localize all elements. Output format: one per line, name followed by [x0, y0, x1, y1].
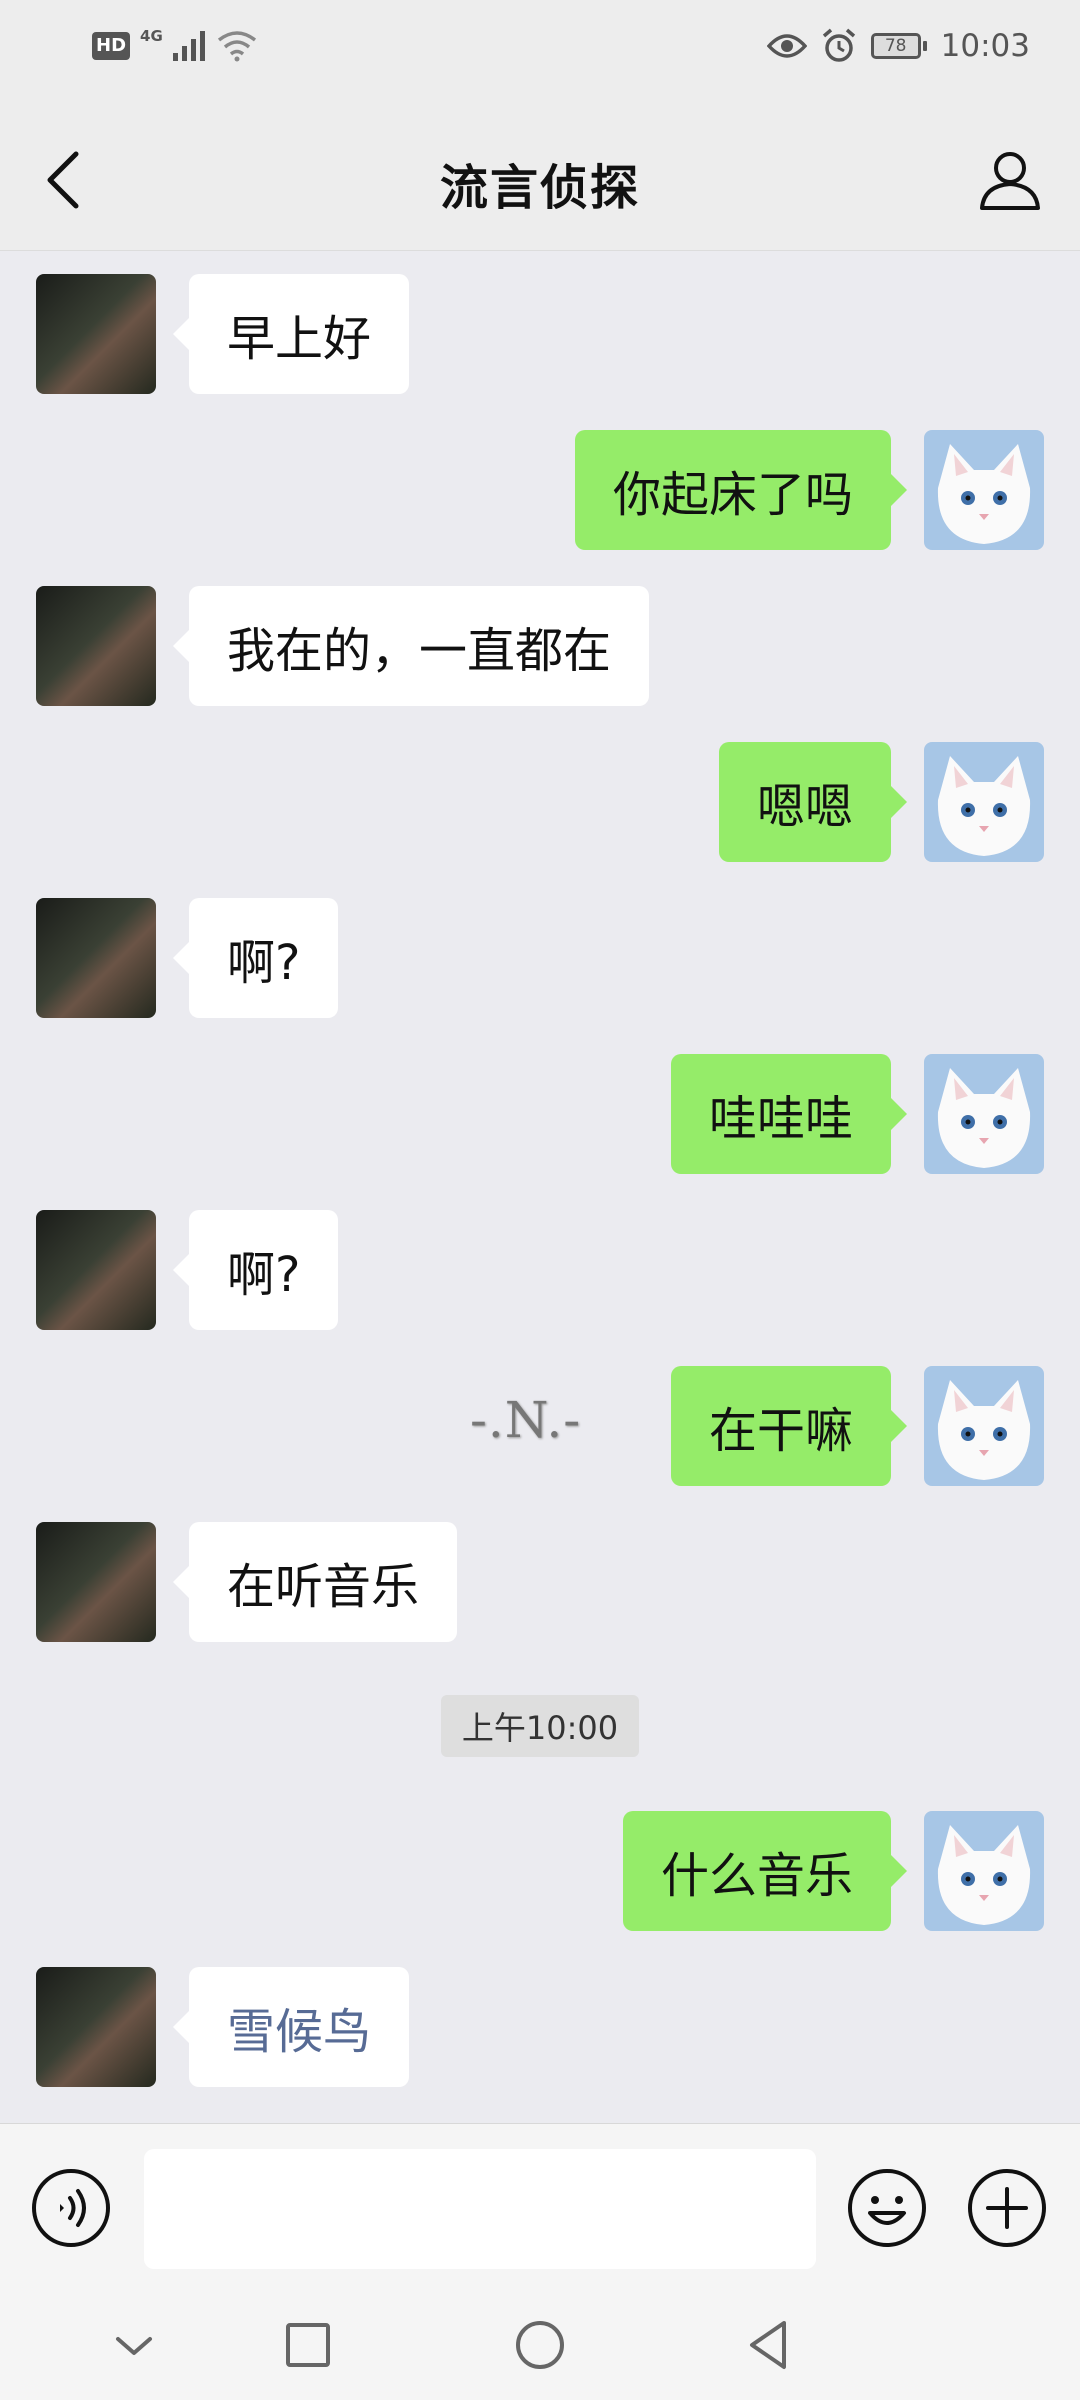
message-received[interactable]: 早上好: [172, 274, 410, 394]
eye-icon: [766, 34, 807, 58]
message-input[interactable]: [144, 2149, 816, 2269]
message-sent[interactable]: 哇哇哇: [670, 1054, 908, 1174]
recents-icon[interactable]: [276, 2313, 340, 2377]
cat-avatar-icon: [937, 1068, 1031, 1168]
system-nav-bar: [0, 2293, 1080, 2400]
message-received[interactable]: 啊?: [172, 1210, 339, 1330]
cat-avatar-icon: [937, 444, 1031, 544]
timestamp-label: 上午10:00: [441, 1695, 639, 1757]
my-avatar[interactable]: [924, 742, 1044, 862]
battery-indicator: 78: [870, 33, 927, 59]
input-bar: [0, 2123, 1080, 2294]
profile-icon[interactable]: [976, 146, 1044, 214]
battery-level: 78: [870, 33, 921, 59]
my-avatar[interactable]: [924, 1366, 1044, 1486]
hide-keyboard-icon[interactable]: [102, 2313, 166, 2377]
cat-avatar-icon: [937, 1825, 1031, 1925]
message-received[interactable]: 在听音乐: [172, 1522, 458, 1642]
cat-avatar-icon: [937, 1380, 1031, 1480]
network-type: 4G: [140, 27, 163, 45]
contact-avatar[interactable]: [36, 586, 156, 706]
watermark: -.N.-: [470, 1391, 582, 1449]
contact-avatar[interactable]: [36, 274, 156, 394]
my-avatar[interactable]: [924, 1811, 1044, 1931]
status-time: 10:03: [940, 28, 1030, 64]
chat-title: 流言侦探: [439, 160, 640, 216]
home-icon[interactable]: [508, 2313, 572, 2377]
battery-cap: [922, 41, 927, 51]
alarm-icon: [822, 28, 855, 62]
chat-area[interactable]: 早上好 你起床了吗 我在的，一直都在 嗯嗯 啊? 哇哇哇 啊? 在干嘛 在听音乐…: [0, 251, 1080, 2123]
message-sent[interactable]: 你起床了吗: [574, 430, 908, 550]
wifi-icon: [217, 31, 256, 62]
my-avatar[interactable]: [924, 430, 1044, 550]
message-received[interactable]: 我在的，一直都在: [172, 586, 650, 706]
message-received-music[interactable]: 雪候鸟: [172, 1967, 410, 2087]
my-avatar[interactable]: [924, 1054, 1044, 1174]
chat-header: 流言侦探: [0, 110, 1080, 251]
message-sent[interactable]: 什么音乐: [622, 1811, 908, 1931]
status-right: 78 10:03: [766, 28, 1030, 64]
emoji-icon[interactable]: [846, 2167, 928, 2249]
contact-avatar[interactable]: [36, 1967, 156, 2087]
message-sent[interactable]: 在干嘛: [670, 1366, 908, 1486]
contact-avatar[interactable]: [36, 1210, 156, 1330]
signal-icon: [172, 31, 205, 61]
message-received[interactable]: 啊?: [172, 898, 339, 1018]
cat-avatar-icon: [937, 756, 1031, 856]
voice-icon[interactable]: [30, 2167, 112, 2249]
hd-badge: HD: [92, 32, 131, 60]
contact-avatar[interactable]: [36, 898, 156, 1018]
music-link[interactable]: 雪候鸟: [227, 1992, 371, 2062]
message-sent[interactable]: 嗯嗯: [718, 742, 908, 862]
contact-avatar[interactable]: [36, 1522, 156, 1642]
status-left: HD 4G: [92, 27, 257, 62]
status-bar: HD 4G 78 10:03: [0, 0, 1080, 110]
back-nav-icon[interactable]: [738, 2313, 802, 2377]
plus-icon[interactable]: [966, 2167, 1048, 2249]
